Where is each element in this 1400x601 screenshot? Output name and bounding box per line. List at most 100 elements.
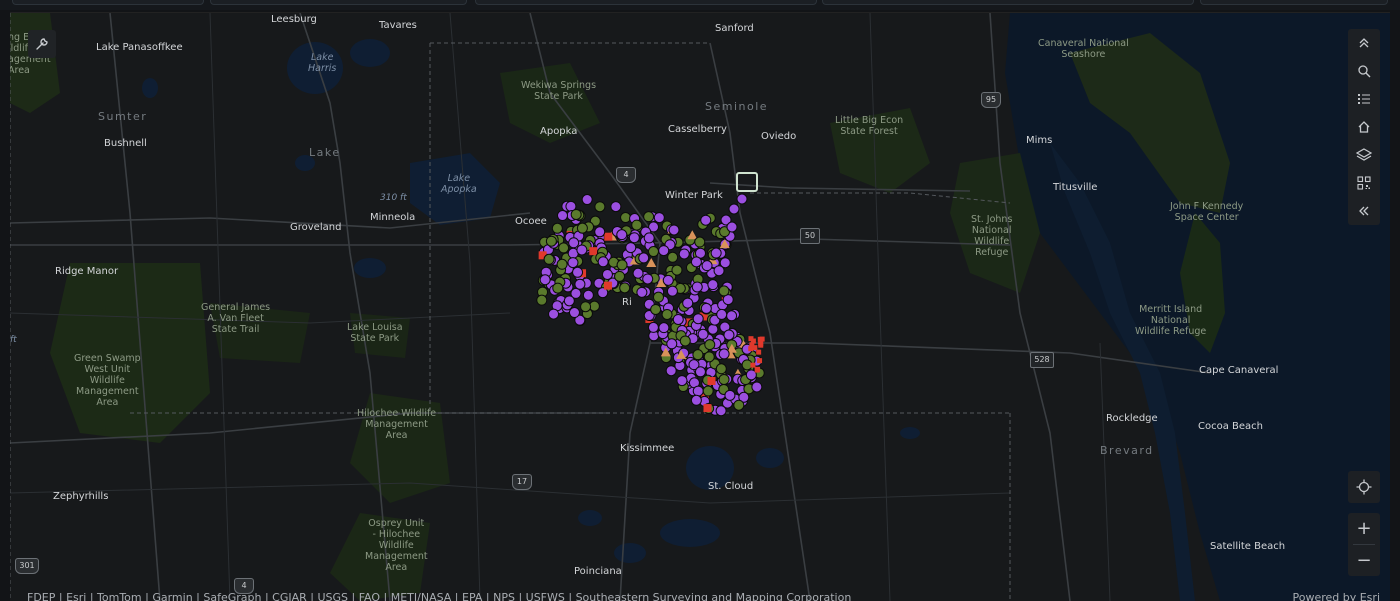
incident-square-marker[interactable] bbox=[755, 366, 761, 372]
incident-square-marker[interactable] bbox=[703, 404, 712, 413]
incident-circle-marker[interactable] bbox=[690, 394, 702, 406]
incident-circle-marker[interactable] bbox=[718, 285, 730, 297]
incident-circle-marker[interactable] bbox=[700, 302, 712, 314]
incident-circle-marker[interactable] bbox=[672, 313, 684, 325]
top-toolbar-segment[interactable] bbox=[1200, 0, 1388, 5]
incident-square-marker[interactable] bbox=[759, 336, 765, 342]
incident-circle-marker[interactable] bbox=[568, 307, 580, 319]
incident-circle-marker[interactable] bbox=[638, 252, 650, 264]
incident-circle-marker[interactable] bbox=[574, 278, 586, 290]
incident-circle-marker[interactable] bbox=[620, 212, 632, 224]
incident-circle-marker[interactable] bbox=[707, 279, 719, 291]
incident-circle-marker[interactable] bbox=[726, 310, 738, 322]
incident-circle-marker[interactable] bbox=[666, 285, 678, 297]
incident-circle-marker[interactable] bbox=[700, 214, 712, 226]
incident-circle-marker[interactable] bbox=[616, 259, 628, 271]
incident-circle-marker[interactable] bbox=[576, 222, 588, 234]
incident-circle-marker[interactable] bbox=[594, 226, 606, 238]
incident-circle-marker[interactable] bbox=[710, 247, 722, 259]
incident-circle-marker[interactable] bbox=[658, 245, 670, 257]
incident-circle-marker[interactable] bbox=[726, 221, 738, 233]
incident-square-marker[interactable] bbox=[758, 341, 764, 347]
layers-button[interactable] bbox=[1348, 141, 1380, 169]
map-view[interactable]: Leesburg Tavares Sanford Lake Panasoffke… bbox=[10, 12, 1390, 601]
incident-circle-marker[interactable] bbox=[692, 385, 704, 397]
qr-code-button[interactable] bbox=[1348, 169, 1380, 197]
incident-circle-marker[interactable] bbox=[563, 295, 575, 307]
incident-circle-marker[interactable] bbox=[545, 235, 557, 247]
incident-square-marker[interactable] bbox=[756, 349, 762, 355]
incident-circle-marker[interactable] bbox=[597, 256, 609, 268]
incident-square-marker[interactable] bbox=[604, 232, 613, 241]
incident-circle-marker[interactable] bbox=[632, 267, 644, 279]
incident-circle-marker[interactable] bbox=[558, 242, 570, 254]
incident-circle-marker[interactable] bbox=[692, 349, 704, 361]
incident-circle-marker[interactable] bbox=[697, 328, 709, 340]
incident-square-marker[interactable] bbox=[707, 376, 716, 385]
incident-circle-marker[interactable] bbox=[733, 399, 745, 411]
incident-circle-marker[interactable] bbox=[580, 301, 592, 313]
incident-circle-marker[interactable] bbox=[701, 260, 713, 272]
home-button[interactable] bbox=[1348, 113, 1380, 141]
incident-circle-marker[interactable] bbox=[718, 348, 730, 360]
measure-tool-button[interactable] bbox=[28, 30, 56, 58]
incident-square-marker[interactable] bbox=[750, 338, 756, 344]
incident-circle-marker[interactable] bbox=[557, 210, 569, 222]
incident-circle-marker[interactable] bbox=[704, 339, 716, 351]
incident-circle-marker[interactable] bbox=[551, 222, 563, 234]
incident-circle-marker[interactable] bbox=[679, 335, 691, 347]
incident-circle-marker[interactable] bbox=[653, 212, 665, 224]
incident-square-marker[interactable] bbox=[603, 281, 612, 290]
incident-circle-marker[interactable] bbox=[694, 236, 706, 248]
incident-circle-marker[interactable] bbox=[662, 274, 674, 286]
incident-circle-marker[interactable] bbox=[567, 257, 579, 269]
incident-circle-marker[interactable] bbox=[658, 322, 670, 334]
incident-circle-marker[interactable] bbox=[581, 194, 593, 206]
incident-circle-marker[interactable] bbox=[650, 303, 662, 315]
collapse-toolbar-button[interactable] bbox=[1348, 29, 1380, 57]
incident-circle-marker[interactable] bbox=[610, 201, 622, 213]
incident-circle-marker[interactable] bbox=[718, 373, 730, 385]
incident-circle-marker[interactable] bbox=[572, 266, 584, 278]
incident-circle-marker[interactable] bbox=[543, 253, 555, 265]
incident-circle-marker[interactable] bbox=[536, 294, 548, 306]
incident-circle-marker[interactable] bbox=[548, 308, 560, 320]
selected-feature-marker[interactable] bbox=[736, 172, 758, 192]
incident-circle-marker[interactable] bbox=[556, 258, 568, 270]
incident-circle-marker[interactable] bbox=[642, 273, 654, 285]
incident-circle-marker[interactable] bbox=[628, 232, 640, 244]
locate-button[interactable] bbox=[1348, 471, 1380, 503]
incident-circle-marker[interactable] bbox=[652, 291, 664, 303]
incident-circle-marker[interactable] bbox=[625, 242, 637, 254]
incident-circle-marker[interactable] bbox=[671, 264, 683, 276]
top-toolbar-segment[interactable] bbox=[822, 0, 1194, 5]
zoom-out-button[interactable]: − bbox=[1348, 545, 1380, 576]
incident-circle-marker[interactable] bbox=[668, 224, 680, 236]
incident-circle-marker[interactable] bbox=[692, 313, 704, 325]
incident-circle-marker[interactable] bbox=[723, 329, 735, 341]
incident-circle-marker[interactable] bbox=[713, 265, 725, 277]
incident-circle-marker[interactable] bbox=[619, 282, 631, 294]
incident-square-marker[interactable] bbox=[750, 362, 756, 368]
search-button[interactable] bbox=[1348, 57, 1380, 85]
incident-circle-marker[interactable] bbox=[728, 203, 740, 215]
incident-circle-marker[interactable] bbox=[643, 232, 655, 244]
incident-circle-marker[interactable] bbox=[694, 366, 706, 378]
incident-circle-marker[interactable] bbox=[614, 270, 626, 282]
incident-circle-marker[interactable] bbox=[690, 256, 702, 268]
top-toolbar-segment[interactable] bbox=[12, 0, 204, 5]
incident-circle-marker[interactable] bbox=[631, 219, 643, 231]
incident-circle-marker[interactable] bbox=[678, 248, 690, 260]
incident-circle-marker[interactable] bbox=[682, 297, 694, 309]
incident-circle-marker[interactable] bbox=[539, 274, 551, 286]
incident-square-marker[interactable] bbox=[748, 346, 754, 352]
incident-circle-marker[interactable] bbox=[703, 351, 715, 363]
incident-circle-marker[interactable] bbox=[616, 229, 628, 241]
incident-circle-marker[interactable] bbox=[667, 251, 679, 263]
incident-circle-marker[interactable] bbox=[552, 282, 564, 294]
incident-circle-marker[interactable] bbox=[576, 244, 588, 256]
incident-circle-marker[interactable] bbox=[707, 323, 719, 335]
incident-circle-marker[interactable] bbox=[568, 237, 580, 249]
incident-circle-marker[interactable] bbox=[647, 246, 659, 258]
incident-circle-marker[interactable] bbox=[715, 363, 727, 375]
